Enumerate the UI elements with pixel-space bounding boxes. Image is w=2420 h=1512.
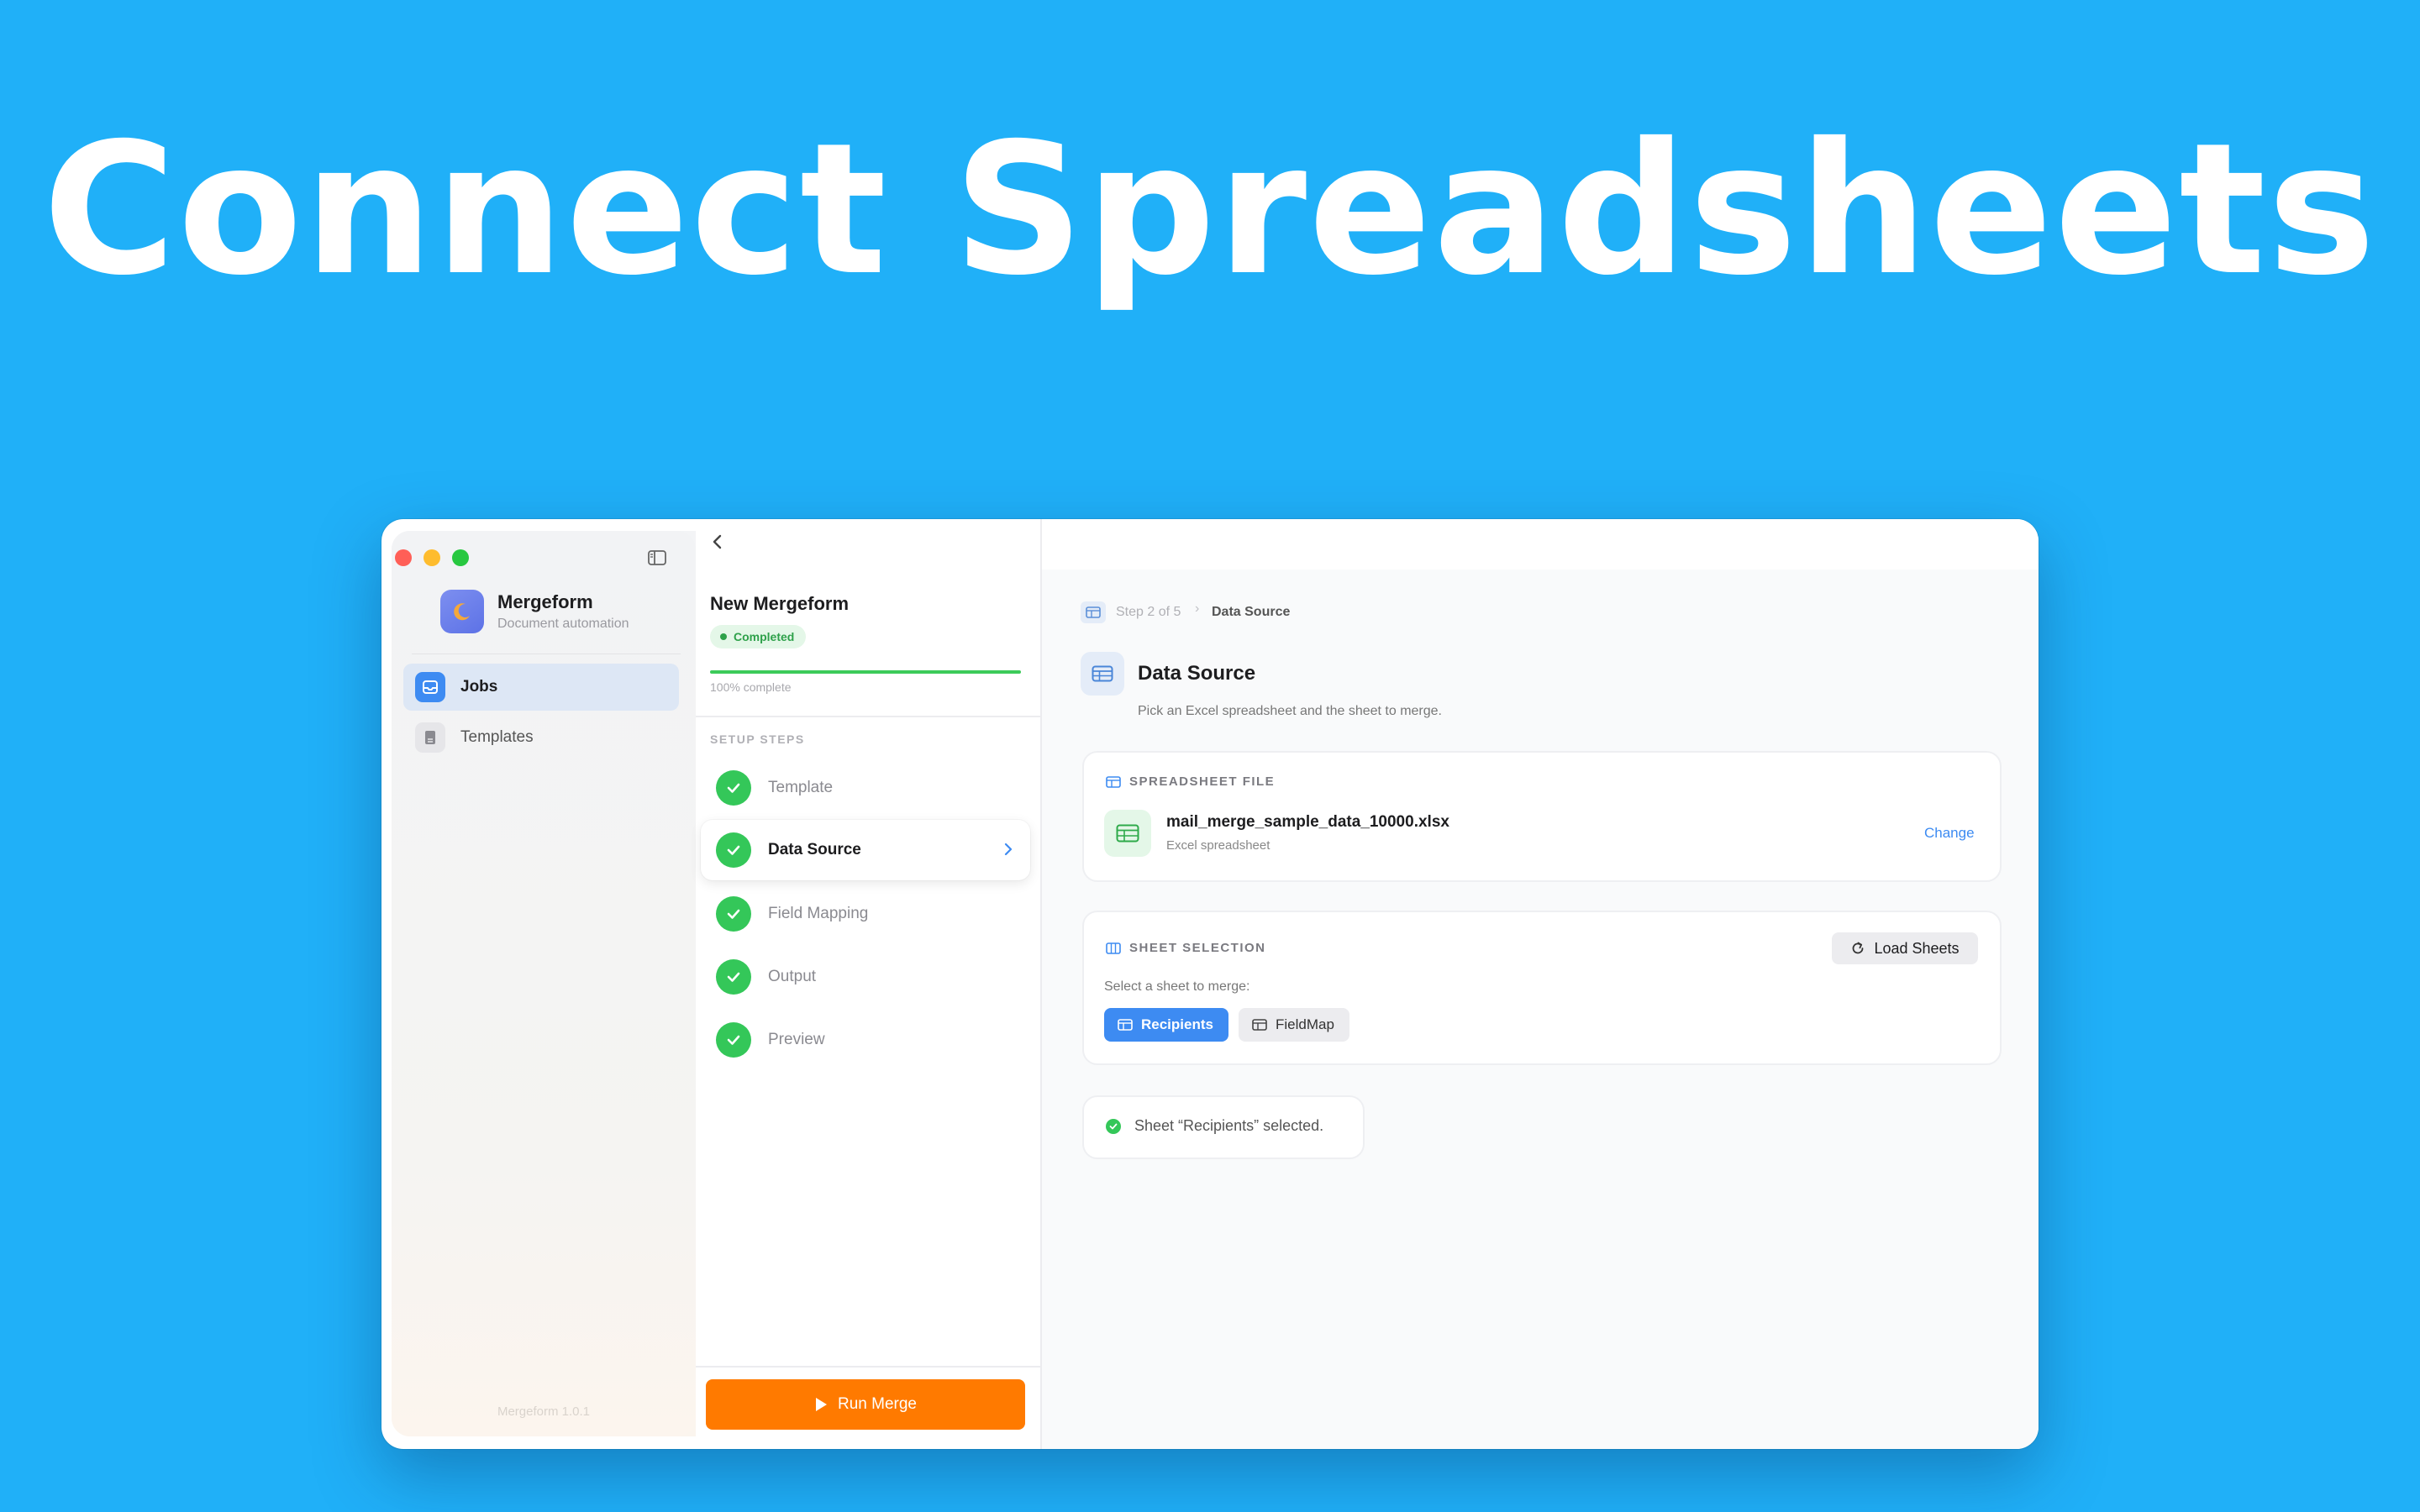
document-icon <box>415 722 445 753</box>
app-name: Mergeform <box>497 591 593 612</box>
sheet-selection-header: SHEET SELECTION <box>1106 941 1266 955</box>
check-icon <box>716 832 751 868</box>
change-file-link[interactable]: Change <box>1924 825 1975 842</box>
zoom-dot[interactable] <box>452 549 469 566</box>
refresh-icon <box>1850 941 1865 956</box>
check-icon <box>716 896 751 932</box>
status-badge: Completed <box>710 625 807 648</box>
sidebar-item-label: Jobs <box>460 678 498 696</box>
check-icon <box>716 1022 751 1058</box>
job-title: New Mergeform <box>710 593 850 614</box>
breadcrumb-current: Data Source <box>1212 605 1291 619</box>
table-icon <box>1106 775 1121 788</box>
step-preview[interactable]: Preview <box>701 1010 1030 1070</box>
check-icon <box>716 959 751 995</box>
sidebar-toggle-icon[interactable] <box>642 544 672 571</box>
sidebar-item-templates[interactable]: Templates <box>403 714 679 761</box>
sheet-chip-label: Recipients <box>1141 1016 1213 1032</box>
columns-icon <box>1106 942 1121 954</box>
spreadsheet-file-header: SPREADSHEET FILE <box>1106 774 1275 789</box>
app-version: Mergeform 1.0.1 <box>497 1404 591 1419</box>
card-header-label: SPREADSHEET FILE <box>1129 774 1276 789</box>
file-type: Excel spreadsheet <box>1166 838 1270 853</box>
footer-divider <box>696 1366 1042 1368</box>
table-icon <box>1252 1019 1267 1031</box>
close-dot[interactable] <box>395 549 412 566</box>
progress-fill <box>710 670 1021 674</box>
step-label: Output <box>768 968 817 985</box>
sheet-chip-fieldmap[interactable]: FieldMap <box>1239 1008 1349 1042</box>
step-label: Template <box>768 779 834 796</box>
card-header-label: SHEET SELECTION <box>1129 941 1266 955</box>
progress-label: 100% complete <box>710 680 792 694</box>
step-label: Data Source <box>768 841 861 858</box>
sidebar-item-label: Templates <box>460 728 534 746</box>
detail-toolbar <box>1042 519 2039 570</box>
load-sheets-button[interactable]: Load Sheets <box>1832 932 1978 964</box>
step-template[interactable]: Template <box>701 758 1030 818</box>
sheet-chip-recipients[interactable]: Recipients <box>1104 1008 1228 1042</box>
breadcrumb-separator-icon: › <box>1195 601 1200 616</box>
success-check-icon <box>1106 1119 1121 1134</box>
progress-bar <box>710 670 1021 674</box>
file-name: mail_merge_sample_data_10000.xlsx <box>1166 813 1449 831</box>
play-icon <box>814 1397 828 1412</box>
spreadsheet-file-icon <box>1104 810 1151 857</box>
step-data-source[interactable]: Data Source <box>701 820 1030 880</box>
table-icon <box>1081 601 1106 623</box>
section-title: Data Source <box>1138 662 1256 685</box>
sheet-chip-label: FieldMap <box>1276 1016 1334 1032</box>
step-output[interactable]: Output <box>701 947 1030 1007</box>
data-source-icon <box>1081 652 1124 696</box>
breadcrumb-step: Step 2 of 5 <box>1116 605 1181 619</box>
step-label: Field Mapping <box>768 905 869 922</box>
chevron-right-icon <box>1003 842 1013 861</box>
app-logo-icon <box>440 590 484 633</box>
steps-header: SETUP STEPS <box>710 732 805 746</box>
table-icon <box>1118 1019 1133 1031</box>
check-icon <box>716 770 751 806</box>
step-field-mapping[interactable]: Field Mapping <box>701 884 1030 944</box>
run-merge-label: Run Merge <box>838 1395 917 1413</box>
minimize-dot[interactable] <box>424 549 440 566</box>
back-chevron-icon[interactable] <box>708 531 728 553</box>
run-merge-button[interactable]: Run Merge <box>706 1379 1025 1430</box>
status-badge-label: Completed <box>734 630 795 643</box>
sidebar-item-jobs[interactable]: Jobs <box>403 664 679 711</box>
status-dot <box>720 633 727 640</box>
status-message: Sheet “Recipients” selected. <box>1134 1117 1324 1134</box>
section-subtitle: Pick an Excel spreadsheet and the sheet … <box>1138 704 1442 718</box>
headline: Connect Spreadsheets <box>42 104 2378 315</box>
load-sheets-label: Load Sheets <box>1874 939 1960 957</box>
tray-icon <box>415 672 445 702</box>
app-subtitle: Document automation <box>497 617 629 631</box>
select-sheet-label: Select a sheet to merge: <box>1104 979 1250 994</box>
step-label: Preview <box>768 1031 825 1048</box>
steps-divider <box>696 716 1042 717</box>
brand: Mergeform Document automation <box>440 590 629 633</box>
sidebar-content: Mergeform Document automation Jobs Templ… <box>392 531 696 1436</box>
